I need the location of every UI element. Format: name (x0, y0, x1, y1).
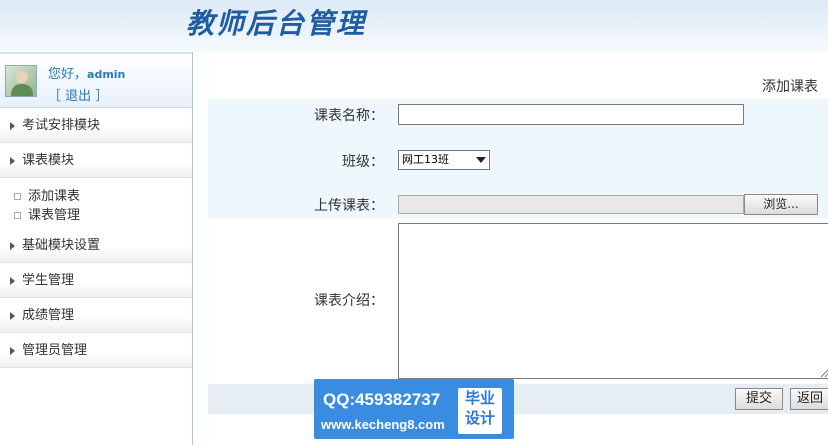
header-banner: 教师后台管理 (0, 0, 828, 52)
sidebar-item-grades[interactable]: 成绩管理 (0, 298, 192, 333)
sidebar-item-students[interactable]: 学生管理 (0, 263, 192, 298)
course-name-input[interactable] (398, 104, 744, 125)
sidebar-item-label: 课表模块 (22, 153, 75, 168)
greeting-text: 您好， (48, 67, 88, 82)
app-title: 教师后台管理 (186, 7, 367, 40)
file-path-field[interactable] (398, 195, 744, 214)
watermark-badge: 毕业 设计 (458, 388, 502, 434)
intro-textarea[interactable] (398, 223, 828, 379)
caret-right-icon (10, 347, 15, 355)
caret-right-icon (10, 122, 15, 130)
class-select[interactable]: 网工13班 (398, 150, 490, 170)
chevron-down-icon (476, 157, 486, 163)
sidebar-item-label: 成绩管理 (22, 308, 75, 323)
submit-button[interactable]: 提交 (735, 388, 783, 410)
sidebar-item-label: 基础模块设置 (22, 238, 101, 253)
back-button[interactable]: 返回 (790, 388, 828, 410)
watermark-banner: QQ:459382737 www.kecheng8.com 毕业 设计 (314, 379, 514, 439)
watermark-badge-line1: 毕业 (464, 389, 495, 407)
class-label: 班级： (342, 154, 384, 170)
watermark-badge-line2: 设计 (464, 409, 495, 427)
intro-label: 课表介绍： (314, 293, 384, 309)
bullet-square-icon (14, 193, 21, 200)
caret-right-icon (10, 312, 15, 320)
sidebar-item-label: 考试安排模块 (22, 118, 101, 133)
caret-right-icon (10, 242, 15, 250)
avatar-body (11, 84, 33, 96)
sidebar: 您好，admin ［ 退出 ］ 考试安排模块 课表模块 添加课表 课表管理 基础… (0, 52, 193, 445)
page-title: 添加课表 (762, 79, 818, 95)
submenu-item-add-schedule[interactable]: 添加课表 (0, 187, 192, 206)
logout-link[interactable]: ［ 退出 ］ (48, 85, 108, 104)
avatar (5, 65, 37, 97)
class-select-value: 网工13班 (402, 153, 449, 166)
upload-label: 上传课表： (314, 198, 384, 214)
sidebar-item-label: 管理员管理 (22, 343, 88, 358)
user-greeting: 您好，admin (48, 63, 125, 82)
watermark-url: www.kecheng8.com (321, 417, 445, 432)
bullet-square-icon (14, 212, 21, 219)
schedule-submenu: 添加课表 课表管理 (0, 178, 192, 228)
sidebar-item-basic-settings[interactable]: 基础模块设置 (0, 228, 192, 263)
submenu-item-manage-schedule[interactable]: 课表管理 (0, 206, 192, 225)
submenu-item-label: 添加课表 (28, 189, 81, 204)
user-name: admin (87, 68, 126, 81)
submenu-item-label: 课表管理 (28, 208, 81, 223)
sidebar-item-schedule[interactable]: 课表模块 (0, 143, 192, 178)
sidebar-item-label: 学生管理 (22, 273, 75, 288)
sidebar-item-admins[interactable]: 管理员管理 (0, 333, 192, 368)
browse-button[interactable]: 浏览... (744, 194, 818, 215)
caret-right-icon (10, 277, 15, 285)
watermark-qq: QQ:459382737 (323, 390, 441, 409)
course-name-label: 课表名称： (314, 108, 384, 124)
caret-right-icon (10, 157, 15, 165)
sidebar-item-exam[interactable]: 考试安排模块 (0, 108, 192, 143)
avatar-head (16, 71, 28, 83)
user-panel: 您好，admin ［ 退出 ］ (0, 52, 192, 108)
button-bar: 提交 返回 (208, 384, 828, 414)
